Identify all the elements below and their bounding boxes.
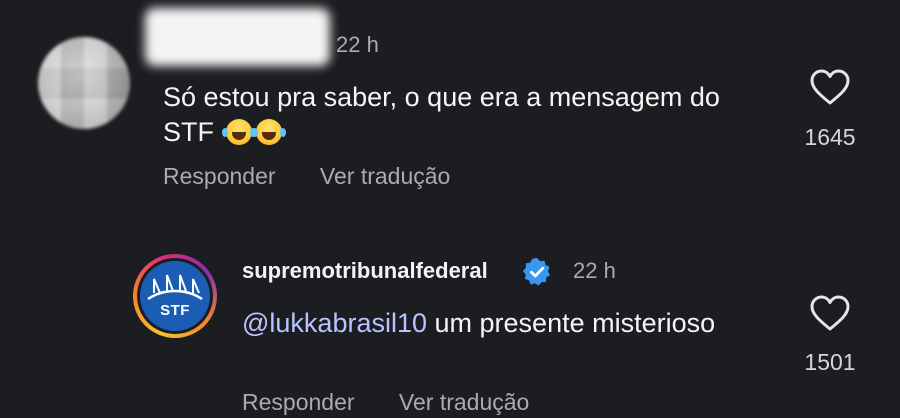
stf-logo-label: STF bbox=[160, 302, 190, 319]
like-count: 1501 bbox=[804, 349, 856, 375]
heart-outline-icon[interactable] bbox=[809, 68, 851, 106]
comment-actions: Responder Ver tradução bbox=[163, 163, 488, 190]
heart-outline-icon[interactable] bbox=[809, 294, 851, 332]
comment-timestamp: 22 h bbox=[336, 32, 379, 57]
verified-badge-icon bbox=[522, 257, 552, 287]
comment-timestamp: 22 h bbox=[573, 258, 616, 283]
reply-button[interactable]: Responder bbox=[163, 163, 276, 189]
face-with-tears-of-joy-icon bbox=[251, 119, 282, 145]
stf-logo: STF bbox=[140, 261, 210, 331]
comment-author[interactable]: supremotribunalfederal bbox=[242, 258, 488, 284]
comment-body: um presente misterioso bbox=[434, 308, 716, 338]
see-translation-button[interactable]: Ver tradução bbox=[320, 163, 450, 189]
like-count: 1645 bbox=[804, 124, 856, 150]
face-with-tears-of-joy-icon bbox=[221, 119, 252, 145]
comment-text: @lukkabrasil10 um presente misterioso bbox=[242, 306, 762, 341]
username-redacted bbox=[145, 8, 330, 66]
see-translation-button[interactable]: Ver tradução bbox=[399, 389, 529, 415]
comment-text: Só estou pra saber, o que era a mensagem… bbox=[163, 80, 763, 150]
avatar-story-ring[interactable]: STF bbox=[133, 254, 217, 338]
avatar-blurred[interactable] bbox=[38, 37, 130, 129]
mention-link[interactable]: @lukkabrasil10 bbox=[242, 308, 427, 338]
comment-actions: Responder Ver tradução bbox=[242, 389, 567, 416]
reply-button[interactable]: Responder bbox=[242, 389, 355, 415]
